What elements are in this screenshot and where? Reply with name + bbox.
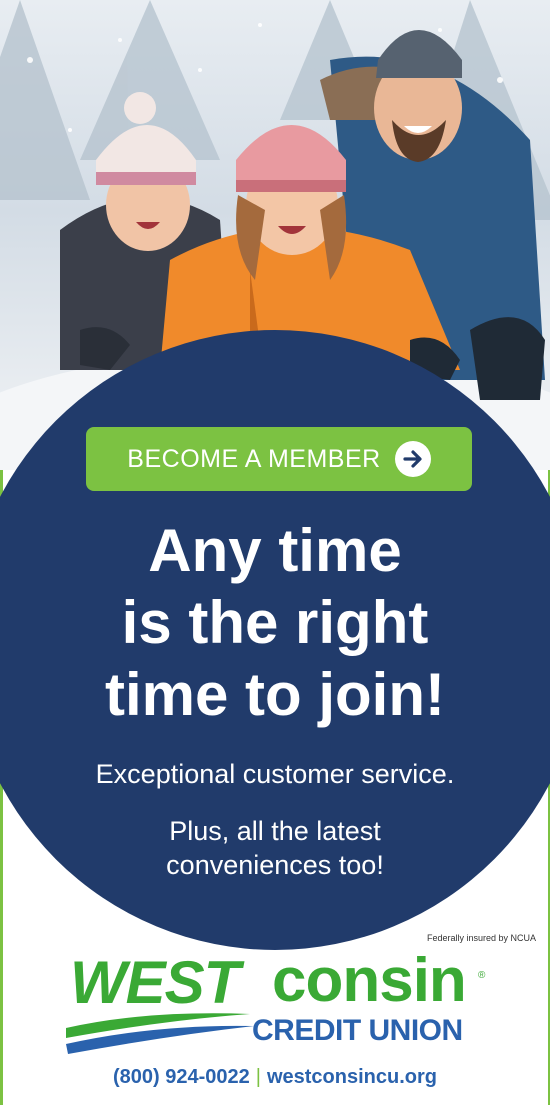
- customer-service-tagline: Exceptional customer service.: [95, 759, 455, 789]
- logo-consin-text: consin: [272, 946, 467, 1015]
- headline: Any time is the right time to join!: [0, 515, 550, 731]
- contact-line: (800) 924-0022 | westconsincu.org: [0, 1064, 550, 1090]
- logo-swoosh-icon: [66, 1013, 254, 1054]
- contact-separator: |: [255, 1066, 261, 1088]
- headline-line-3: time to join!: [105, 661, 445, 728]
- become-member-button[interactable]: BECOME A MEMBER: [86, 427, 472, 491]
- westconsin-logo: WEST consin ® CREDIT UNION: [66, 946, 490, 1058]
- ncua-disclaimer: Federally insured by NCUA: [426, 933, 536, 943]
- arrow-right-icon: [394, 441, 431, 477]
- advertisement: BECOME A MEMBER Any time is the right ti…: [0, 0, 550, 1105]
- headline-line-2: is the right: [121, 589, 429, 656]
- registered-mark: ®: [478, 970, 486, 981]
- conveniences-line-2: conveniences too!: [166, 850, 384, 880]
- conveniences-tagline: Plus, all the latest conveniences too!: [0, 814, 550, 882]
- website-link[interactable]: westconsincu.org: [267, 1066, 437, 1088]
- become-member-label: BECOME A MEMBER: [127, 444, 381, 473]
- logo-credit-union-text: CREDIT UNION: [252, 1014, 463, 1047]
- conveniences-line-1: Plus, all the latest: [169, 816, 381, 846]
- phone-number[interactable]: (800) 924-0022: [113, 1066, 250, 1088]
- headline-line-1: Any time: [148, 517, 402, 584]
